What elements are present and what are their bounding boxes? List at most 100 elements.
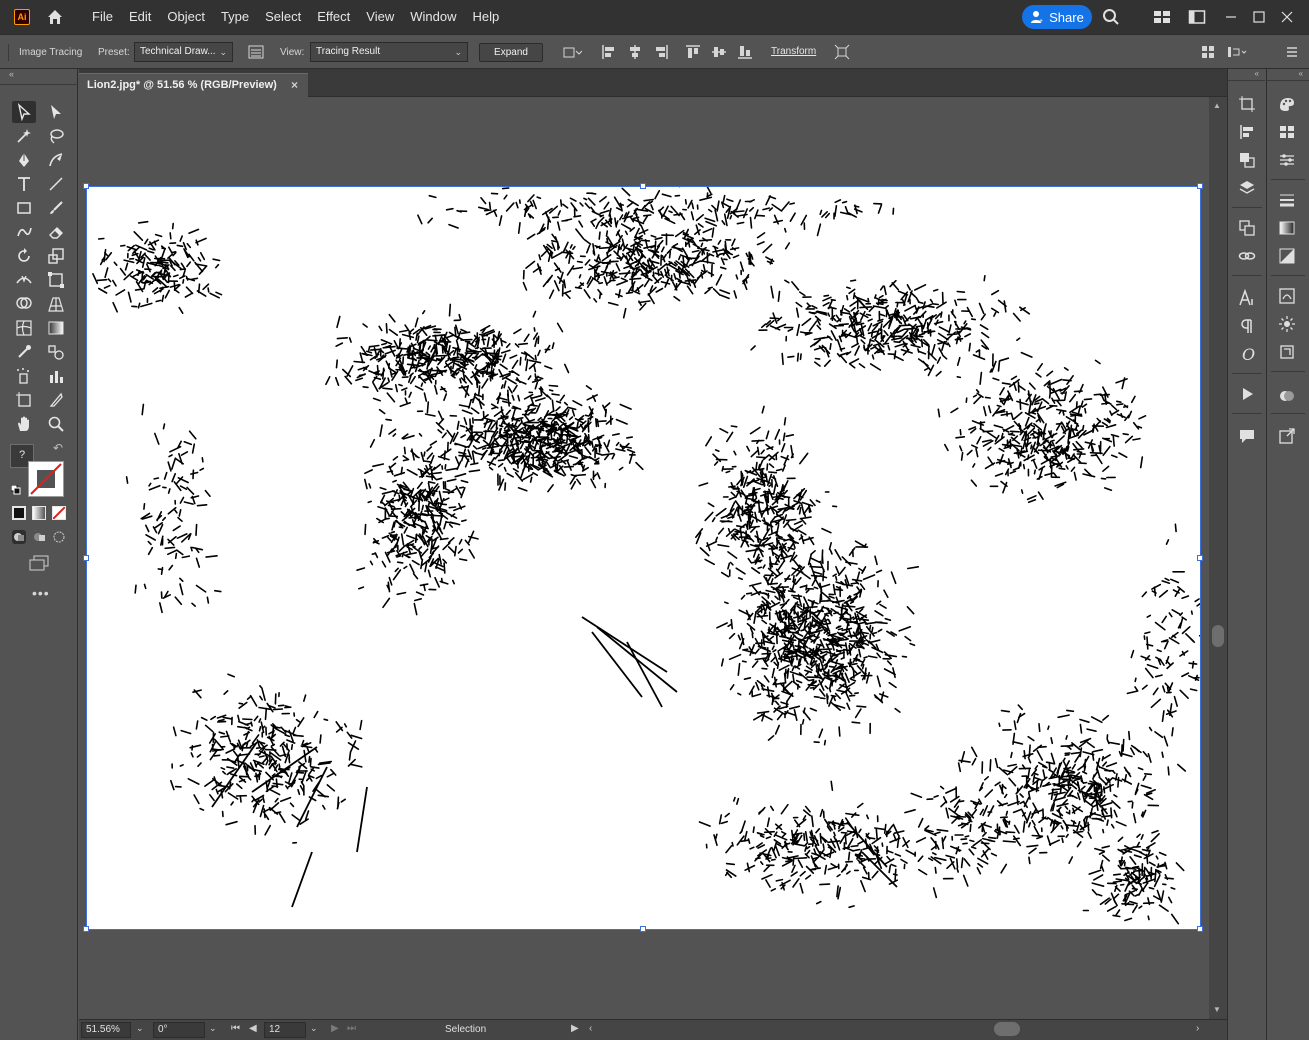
collapse-panel-icon[interactable]: « (9, 69, 14, 79)
menu-view[interactable]: View (358, 0, 402, 34)
workspace-switcher-icon[interactable] (1153, 8, 1171, 26)
arrange-documents-icon[interactable] (1188, 8, 1206, 26)
close-tab-icon[interactable]: × (291, 74, 298, 96)
rectangle-tool-icon[interactable] (12, 197, 36, 219)
draw-inside-icon[interactable] (52, 530, 66, 544)
edit-toolbar-icon[interactable]: ••• (32, 585, 50, 601)
default-fill-stroke-icon[interactable] (10, 484, 21, 495)
hand-tool-icon[interactable] (12, 413, 36, 435)
type-tool-icon[interactable] (12, 173, 36, 195)
trace-stroke (625, 250, 632, 255)
view-dropdown[interactable]: Tracing Result ⌄ (310, 42, 468, 62)
home-icon[interactable] (44, 6, 66, 28)
column-graph-tool-icon[interactable] (44, 365, 68, 387)
shape-builder-tool-icon[interactable] (12, 293, 36, 315)
restore-icon[interactable] (1250, 8, 1268, 26)
canvas-area[interactable] (79, 97, 1209, 1019)
trace-stroke (751, 660, 759, 668)
eyedropper-tool-icon[interactable] (12, 341, 36, 363)
align-to-selection-icon[interactable] (562, 44, 583, 60)
distribute-options-icon[interactable] (1226, 44, 1247, 60)
document-tab[interactable]: Lion2.jpg* @ 51.56 % (RGB/Preview) × (79, 73, 308, 97)
trace-stroke (803, 641, 806, 649)
expand-button[interactable]: Expand (479, 43, 543, 62)
symbol-sprayer-tool-icon[interactable] (12, 365, 36, 387)
gradient-tool-icon[interactable] (44, 317, 68, 339)
trace-stroke (994, 472, 1004, 477)
share-button[interactable]: + Share (1022, 5, 1092, 29)
lasso-tool-icon[interactable] (44, 125, 68, 147)
trace-stroke (583, 289, 591, 299)
eraser-tool-icon[interactable] (44, 221, 68, 243)
trace-stroke (812, 653, 819, 657)
trace-stroke (635, 236, 643, 240)
shaper-tool-icon[interactable] (12, 221, 36, 243)
trace-stroke (184, 293, 192, 298)
trace-stroke (721, 220, 726, 226)
tracing-panel-icon[interactable] (248, 44, 264, 60)
color-mode-icon[interactable] (12, 506, 26, 520)
toolbar-grip[interactable] (0, 81, 78, 85)
align-bottom-icon[interactable] (737, 44, 753, 60)
scale-tool-icon[interactable] (44, 245, 68, 267)
preset-dropdown[interactable]: Technical Draw... ⌄ (134, 42, 233, 62)
trace-stroke (756, 241, 765, 246)
trace-stroke (402, 455, 409, 461)
menu-help[interactable]: Help (464, 0, 507, 34)
artboard[interactable] (87, 187, 1200, 929)
screen-mode-icon[interactable] (28, 555, 50, 571)
rotate-tool-icon[interactable] (12, 245, 36, 267)
width-tool-icon[interactable] (12, 269, 36, 291)
menu-file[interactable]: File (84, 0, 121, 34)
mesh-tool-icon[interactable] (12, 317, 36, 339)
draw-behind-icon[interactable] (32, 530, 46, 544)
trace-stroke (174, 596, 183, 606)
none-mode-icon[interactable] (52, 506, 66, 520)
magic-wand-tool-icon[interactable] (12, 125, 36, 147)
trace-stroke (760, 476, 767, 480)
direct-selection-tool-icon[interactable] (44, 101, 68, 123)
trace-stroke (1064, 805, 1069, 810)
transform-link[interactable]: Transform (771, 46, 816, 57)
draw-normal-icon[interactable] (12, 530, 26, 544)
gradient-mode-icon[interactable] (32, 506, 46, 520)
trace-stroke (813, 336, 826, 341)
panel-grid-icon[interactable] (1200, 44, 1216, 60)
slice-tool-icon[interactable] (44, 389, 68, 411)
menu-effect[interactable]: Effect (309, 0, 358, 34)
image-tracing-label[interactable]: Image Tracing (19, 47, 82, 58)
paintbrush-tool-icon[interactable] (44, 197, 68, 219)
selection-tool-icon[interactable] (12, 101, 36, 123)
align-top-icon[interactable] (685, 44, 701, 60)
zoom-tool-icon[interactable] (44, 413, 68, 435)
control-bar-menu-icon[interactable] (1284, 44, 1300, 60)
align-horizontal-center-icon[interactable] (627, 44, 643, 60)
menu-select[interactable]: Select (257, 0, 309, 34)
minimize-icon[interactable] (1222, 8, 1240, 26)
perspective-grid-tool-icon[interactable] (44, 293, 68, 315)
trace-stroke (875, 827, 879, 841)
stroke-swatch-none[interactable] (28, 461, 64, 497)
pen-tool-icon[interactable] (12, 149, 36, 171)
trace-stroke (945, 807, 950, 819)
align-vertical-center-icon[interactable] (711, 44, 727, 60)
trace-stroke (730, 425, 738, 428)
menu-window[interactable]: Window (402, 0, 464, 34)
align-right-icon[interactable] (653, 44, 669, 60)
isolate-object-icon[interactable] (834, 44, 850, 60)
free-transform-tool-icon[interactable] (44, 269, 68, 291)
line-segment-tool-icon[interactable] (44, 173, 68, 195)
traced-image-preview[interactable] (87, 187, 1200, 929)
menu-object[interactable]: Object (159, 0, 213, 34)
search-icon[interactable] (1102, 8, 1120, 26)
close-window-icon[interactable] (1278, 8, 1296, 26)
trace-stroke (517, 486, 528, 492)
menu-edit[interactable]: Edit (121, 0, 159, 34)
blend-tool-icon[interactable] (44, 341, 68, 363)
trace-stroke (785, 859, 795, 863)
curvature-tool-icon[interactable] (44, 149, 68, 171)
swap-fill-stroke-icon[interactable]: ↶ (53, 441, 63, 455)
artboard-tool-icon[interactable] (12, 389, 36, 411)
menu-type[interactable]: Type (213, 0, 257, 34)
align-left-icon[interactable] (601, 44, 617, 60)
